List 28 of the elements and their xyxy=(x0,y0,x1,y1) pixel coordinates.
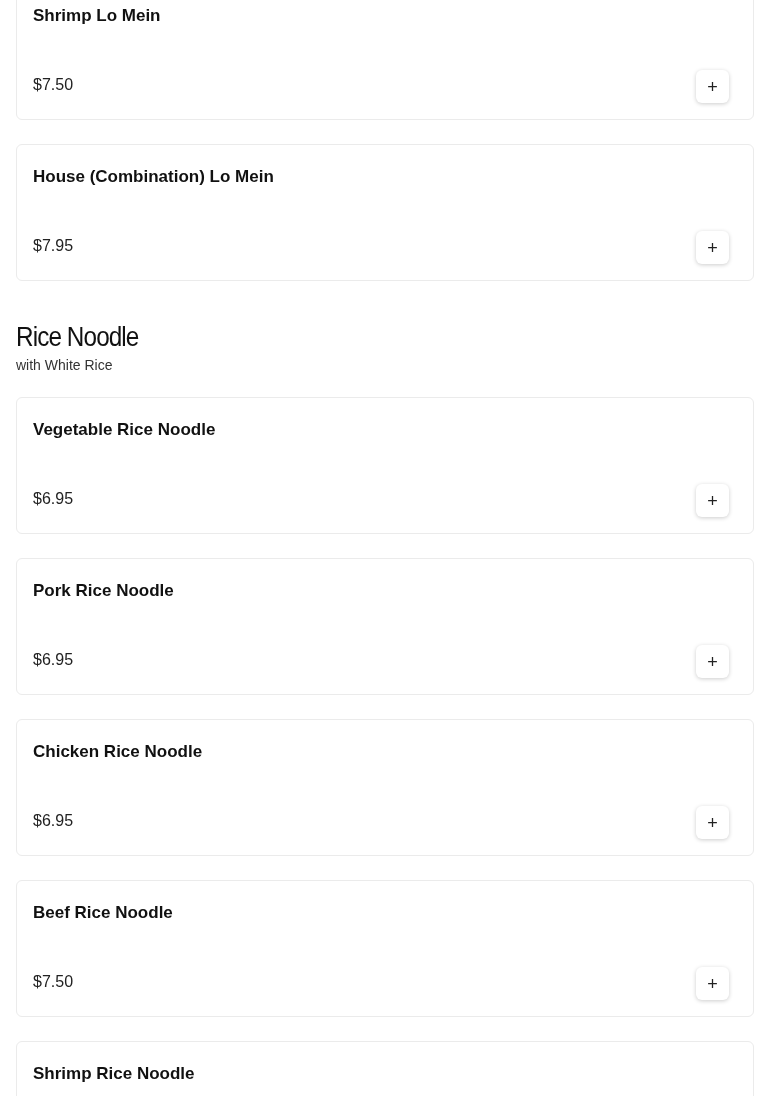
item-name: Vegetable Rice Noodle xyxy=(33,419,217,441)
menu-item-card[interactable]: Shrimp Rice Noodle xyxy=(16,1041,754,1096)
item-price: $7.50 xyxy=(33,75,74,95)
item-name: House (Combination) Lo Mein xyxy=(33,166,275,188)
item-price: $7.95 xyxy=(33,236,74,256)
menu-item-card[interactable]: Pork Rice Noodle $6.95 + xyxy=(16,558,754,695)
add-button[interactable]: + xyxy=(696,645,729,678)
item-name: Shrimp Rice Noodle xyxy=(33,1063,196,1085)
menu-item-card[interactable]: House (Combination) Lo Mein $7.95 + xyxy=(16,144,754,281)
item-name: Chicken Rice Noodle xyxy=(33,741,204,763)
item-price: $6.95 xyxy=(33,489,74,509)
add-button[interactable]: + xyxy=(696,484,729,517)
add-button[interactable]: + xyxy=(696,70,729,103)
add-button[interactable]: + xyxy=(696,231,729,264)
menu-item-card[interactable]: Chicken Rice Noodle $6.95 + xyxy=(16,719,754,856)
item-price: $7.50 xyxy=(33,972,74,992)
add-button[interactable]: + xyxy=(696,806,729,839)
item-price: $6.95 xyxy=(33,650,74,670)
section-title: Rice Noodle xyxy=(16,321,140,353)
item-price: $6.95 xyxy=(33,811,74,831)
add-button[interactable]: + xyxy=(696,967,729,1000)
item-name: Beef Rice Noodle xyxy=(33,902,174,924)
menu-item-card[interactable]: Shrimp Lo Mein $7.50 + xyxy=(16,0,754,120)
item-name: Shrimp Lo Mein xyxy=(33,5,162,27)
menu-item-card[interactable]: Vegetable Rice Noodle $6.95 + xyxy=(16,397,754,534)
section-subtitle: with White Rice xyxy=(16,356,114,375)
item-name: Pork Rice Noodle xyxy=(33,580,175,602)
menu-item-card[interactable]: Beef Rice Noodle $7.50 + xyxy=(16,880,754,1017)
